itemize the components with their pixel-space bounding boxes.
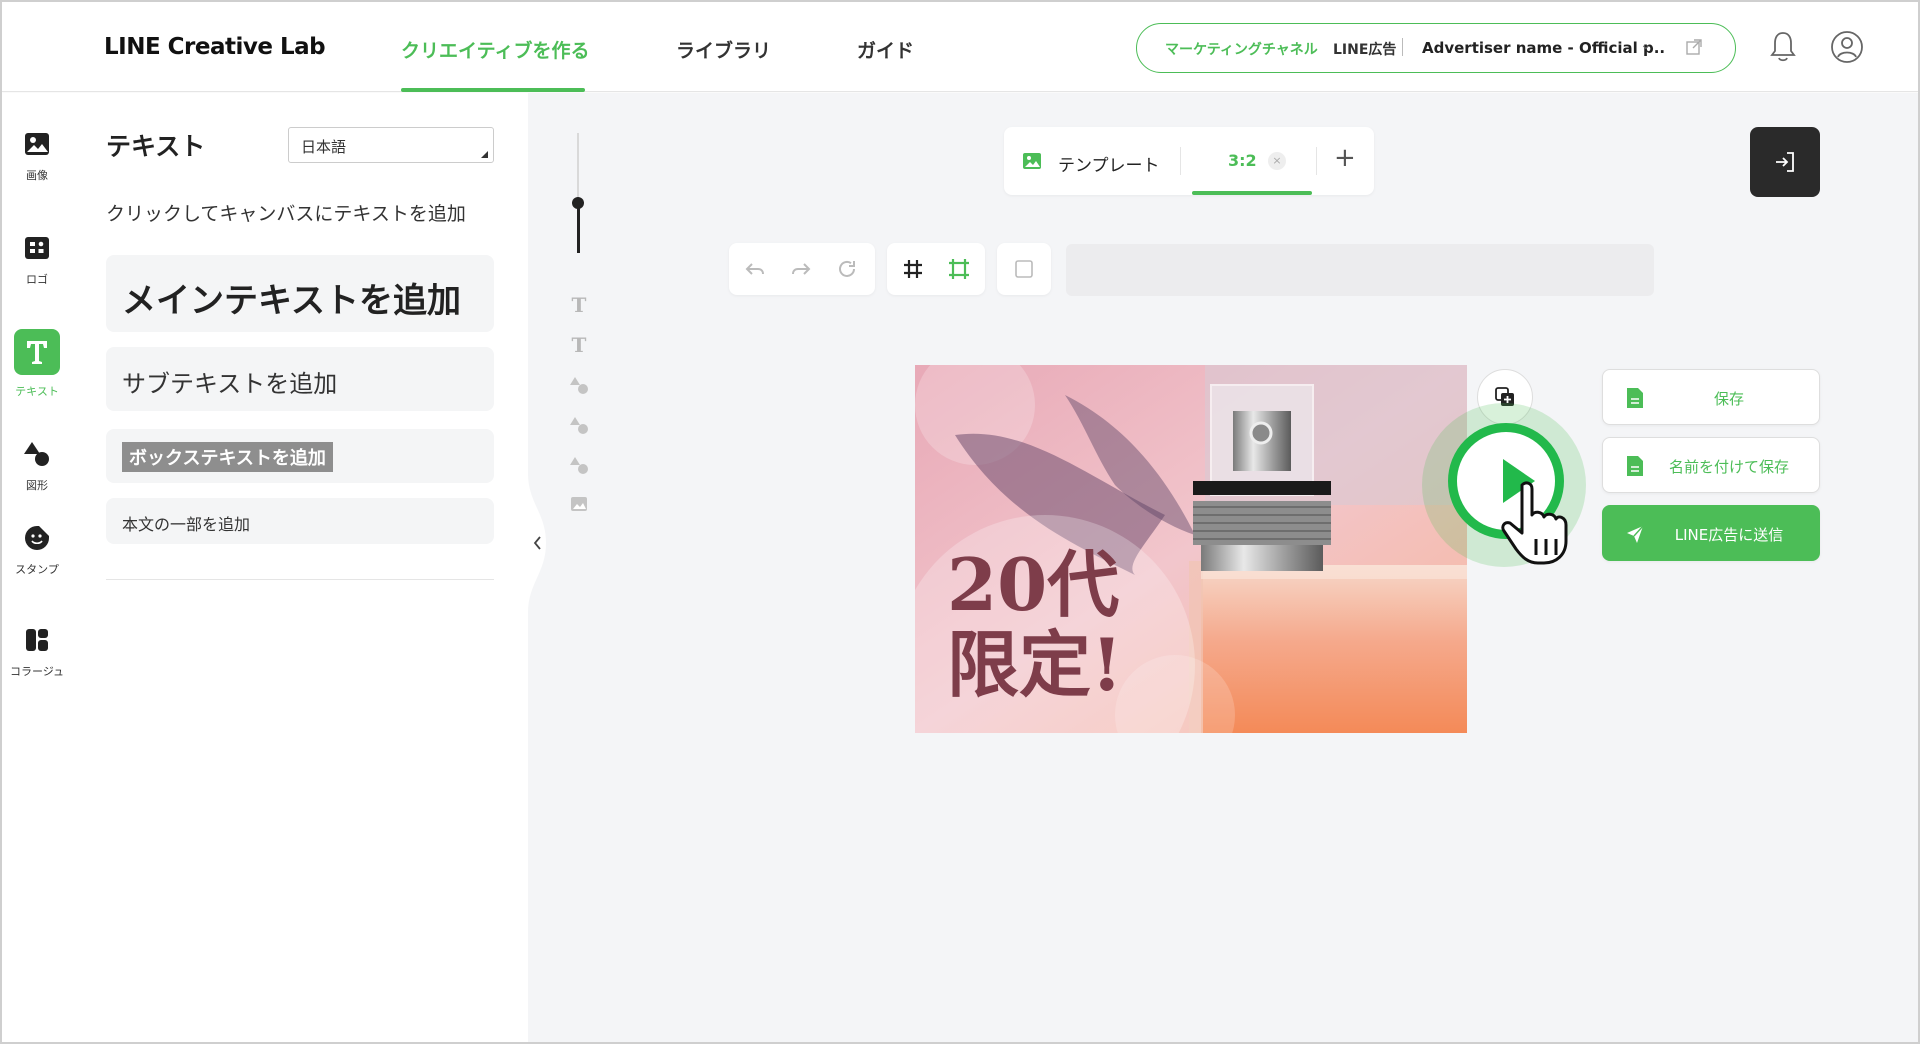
layer-position-dot[interactable] <box>572 197 584 209</box>
channel-type: LINE広告 <box>1333 42 1397 58</box>
ratio-tab[interactable]: 3:2 <box>1228 151 1257 170</box>
rail-label-image: 画像 <box>26 169 48 182</box>
close-icon[interactable]: × <box>1268 152 1286 170</box>
advertiser-account: Advertiser name - Official p.. <box>1422 39 1666 57</box>
template-bar: テンプレート 3:2 × + <box>1004 127 1374 195</box>
rail-label-text: テキスト <box>15 385 59 398</box>
add-main-text-label: メインテキストを追加 <box>122 281 461 321</box>
template-image-icon <box>1023 153 1041 169</box>
app-window: LINE Creative Lab クリエイティブを作る ライブラリ ガイド マ… <box>0 0 1920 1044</box>
template-divider <box>1180 147 1181 175</box>
save-as-button[interactable]: 名前を付けて保存 <box>1602 437 1820 493</box>
panel-title: テキスト <box>106 132 206 161</box>
exit-icon <box>1776 152 1794 172</box>
rail-label-collage: コラージュ <box>9 665 64 678</box>
grid-toolbar <box>887 243 985 295</box>
top-header: LINE Creative Lab クリエイティブを作る ライブラリ ガイド マ… <box>2 2 1918 92</box>
add-main-text-button[interactable]: メインテキストを追加 <box>106 255 494 332</box>
channel-selector[interactable]: マーケティングチャネル LINE広告 Advertiser name - Off… <box>1136 23 1736 73</box>
artwork-headline-text: 20代 限定! <box>947 542 1123 707</box>
property-toolbar <box>1066 244 1654 296</box>
collage-icon <box>26 629 48 651</box>
nav-tab-library[interactable]: ライブラリ <box>676 36 771 63</box>
rail-item-shape[interactable]: 図形 <box>2 439 72 493</box>
channel-divider <box>1402 38 1403 56</box>
add-body-text-button[interactable]: 本文の一部を追加 <box>106 498 494 544</box>
layer-image-icon[interactable] <box>570 495 588 513</box>
add-body-text-label: 本文の一部を追加 <box>122 515 251 534</box>
exit-editor-button[interactable] <box>1750 127 1820 197</box>
rail-label-logo: ロゴ <box>26 273 48 286</box>
channel-label: マーケティングチャネル <box>1165 42 1318 58</box>
tool-rail: 画像 ロゴ テキスト 図形 スタンプ コラージュ <box>2 93 72 1042</box>
layer-shape-icon[interactable] <box>570 456 588 474</box>
template-label[interactable]: テンプレート <box>1058 151 1160 176</box>
bell-icon[interactable] <box>1768 30 1798 64</box>
active-ratio-indicator <box>1192 191 1312 195</box>
add-ratio-button[interactable]: + <box>1334 143 1356 173</box>
select-caret-icon <box>481 151 488 158</box>
send-to-line-ads-button[interactable]: LINE広告に送信 <box>1602 505 1820 561</box>
history-toolbar <box>729 243 875 295</box>
layer-shape-icon[interactable] <box>570 376 588 394</box>
logo-icon <box>25 237 49 259</box>
layer-shape-icon[interactable] <box>570 416 588 434</box>
save-label: 保存 <box>1713 390 1744 408</box>
text-icon <box>27 341 47 364</box>
redo-icon[interactable] <box>789 257 813 281</box>
add-sub-text-button[interactable]: サブテキストを追加 <box>106 347 494 411</box>
canvas-artboard[interactable]: 20代 限定! <box>915 365 1467 733</box>
layer-text-icon[interactable]: T <box>569 333 589 357</box>
shape-icon <box>24 442 49 466</box>
rail-item-collage[interactable]: コラージュ <box>2 625 72 679</box>
checkbox-icon[interactable] <box>1012 257 1036 281</box>
hand-cursor-icon <box>1501 481 1568 565</box>
rail-item-logo[interactable]: ロゴ <box>2 233 72 287</box>
rail-item-image[interactable]: 画像 <box>2 129 72 183</box>
panel-collapse-handle[interactable] <box>528 473 552 613</box>
language-value: 日本語 <box>301 138 347 156</box>
rail-item-sticker[interactable]: スタンプ <box>2 523 72 577</box>
add-box-text-label: ボックステキストを追加 <box>122 442 333 472</box>
panel-hint: クリックしてキャンバスにテキストを追加 <box>106 203 466 225</box>
artwork-headline[interactable]: 20代 限定! <box>947 545 1123 705</box>
rail-item-text[interactable]: テキスト <box>2 329 72 399</box>
layer-track-active <box>577 203 580 253</box>
reset-icon[interactable] <box>835 257 859 281</box>
grid-icon[interactable] <box>901 257 925 281</box>
app-logo[interactable]: LINE Creative Lab <box>104 34 326 60</box>
undo-icon[interactable] <box>743 257 767 281</box>
add-box-text-button[interactable]: ボックステキストを追加 <box>106 429 494 483</box>
text-panel: テキスト 日本語 クリックしてキャンバスにテキストを追加 メインテキストを追加 … <box>72 93 528 1042</box>
panel-divider <box>106 579 494 580</box>
send-label: LINE広告に送信 <box>1674 526 1784 544</box>
language-select[interactable]: 日本語 <box>288 127 494 163</box>
rail-label-shape: 図形 <box>26 479 48 492</box>
safe-area-icon[interactable] <box>947 257 971 281</box>
layer-list: T T <box>566 133 592 553</box>
nav-tab-guide[interactable]: ガイド <box>857 36 914 63</box>
active-tab-indicator <box>401 88 585 92</box>
canvas-area: T T テンプレート 3:2 × + 20代 限定! 保存 名前を付けて保存 L… <box>528 93 1918 1042</box>
save-as-label: 名前を付けて保存 <box>1668 458 1789 476</box>
nav-tab-create[interactable]: クリエイティブを作る <box>401 36 589 63</box>
chevron-down-icon[interactable]: ⌄ <box>1640 37 1652 53</box>
save-button[interactable]: 保存 <box>1602 369 1820 425</box>
external-link-icon[interactable] <box>1685 38 1703 56</box>
user-icon[interactable] <box>1830 30 1864 64</box>
template-divider <box>1316 147 1317 175</box>
add-sub-text-label: サブテキストを追加 <box>122 370 338 398</box>
rail-text-active-bg <box>14 329 60 375</box>
sticker-icon <box>25 526 49 550</box>
layer-text-icon[interactable]: T <box>569 293 589 317</box>
image-icon <box>25 133 49 155</box>
select-toolbar <box>997 243 1051 295</box>
rail-label-sticker: スタンプ <box>15 563 59 576</box>
